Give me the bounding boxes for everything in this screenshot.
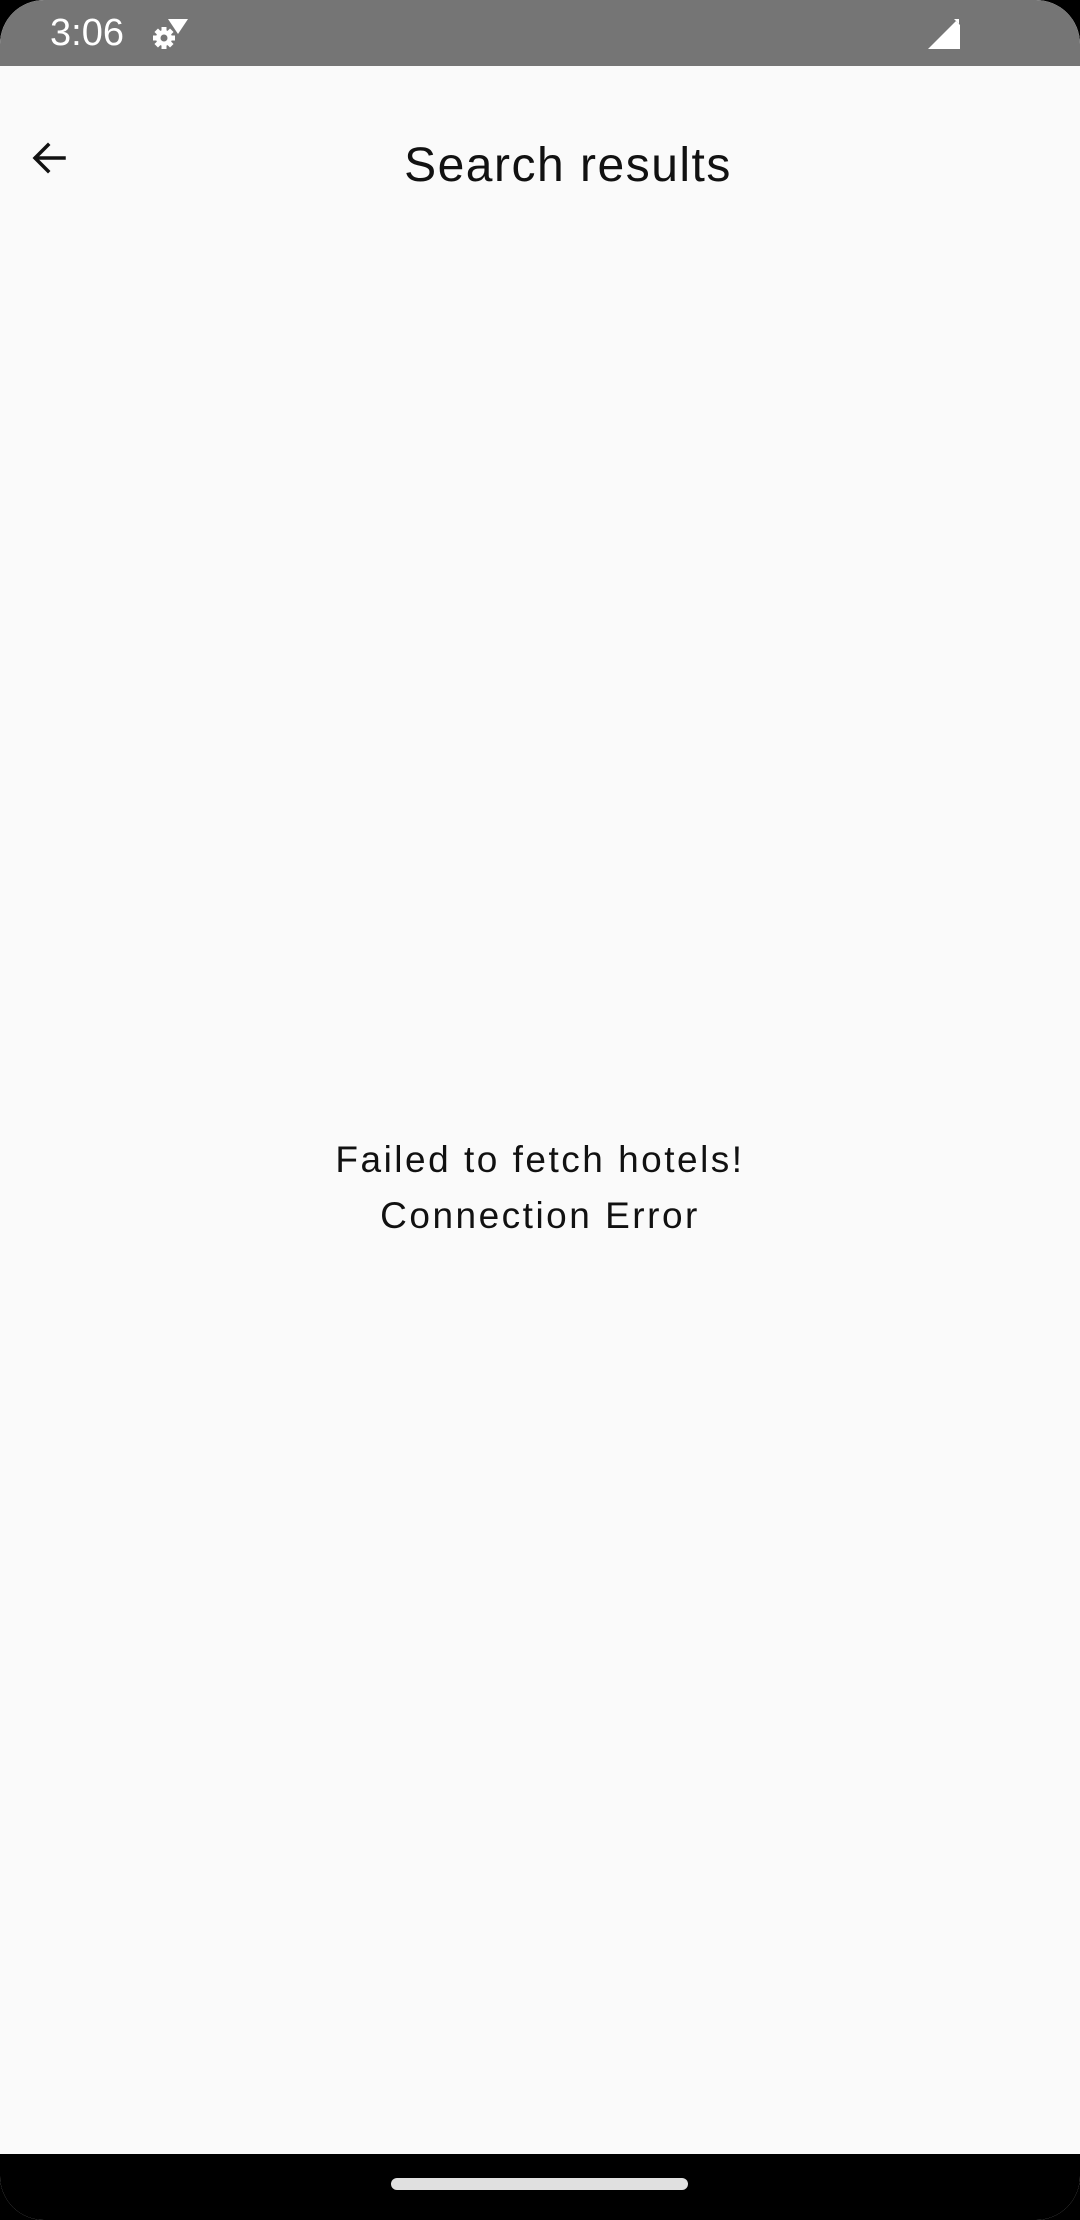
cell-signal-icon [926,15,962,51]
navigation-bar [0,2154,1080,2220]
error-message-line-1: Failed to fetch hotels! [335,1139,745,1180]
error-message: Failed to fetch hotels! Connection Error [0,1132,1080,1244]
home-gesture-handle[interactable] [391,2178,688,2190]
error-message-line-2: Connection Error [380,1195,700,1236]
phone-screen: 3:06 Search results Failed to fetch hote… [0,0,1080,2220]
status-bar: 3:06 [0,0,1080,66]
status-time: 3:06 [50,12,124,54]
wifi-settings-icon [150,16,192,50]
page-title: Search results [404,139,732,192]
